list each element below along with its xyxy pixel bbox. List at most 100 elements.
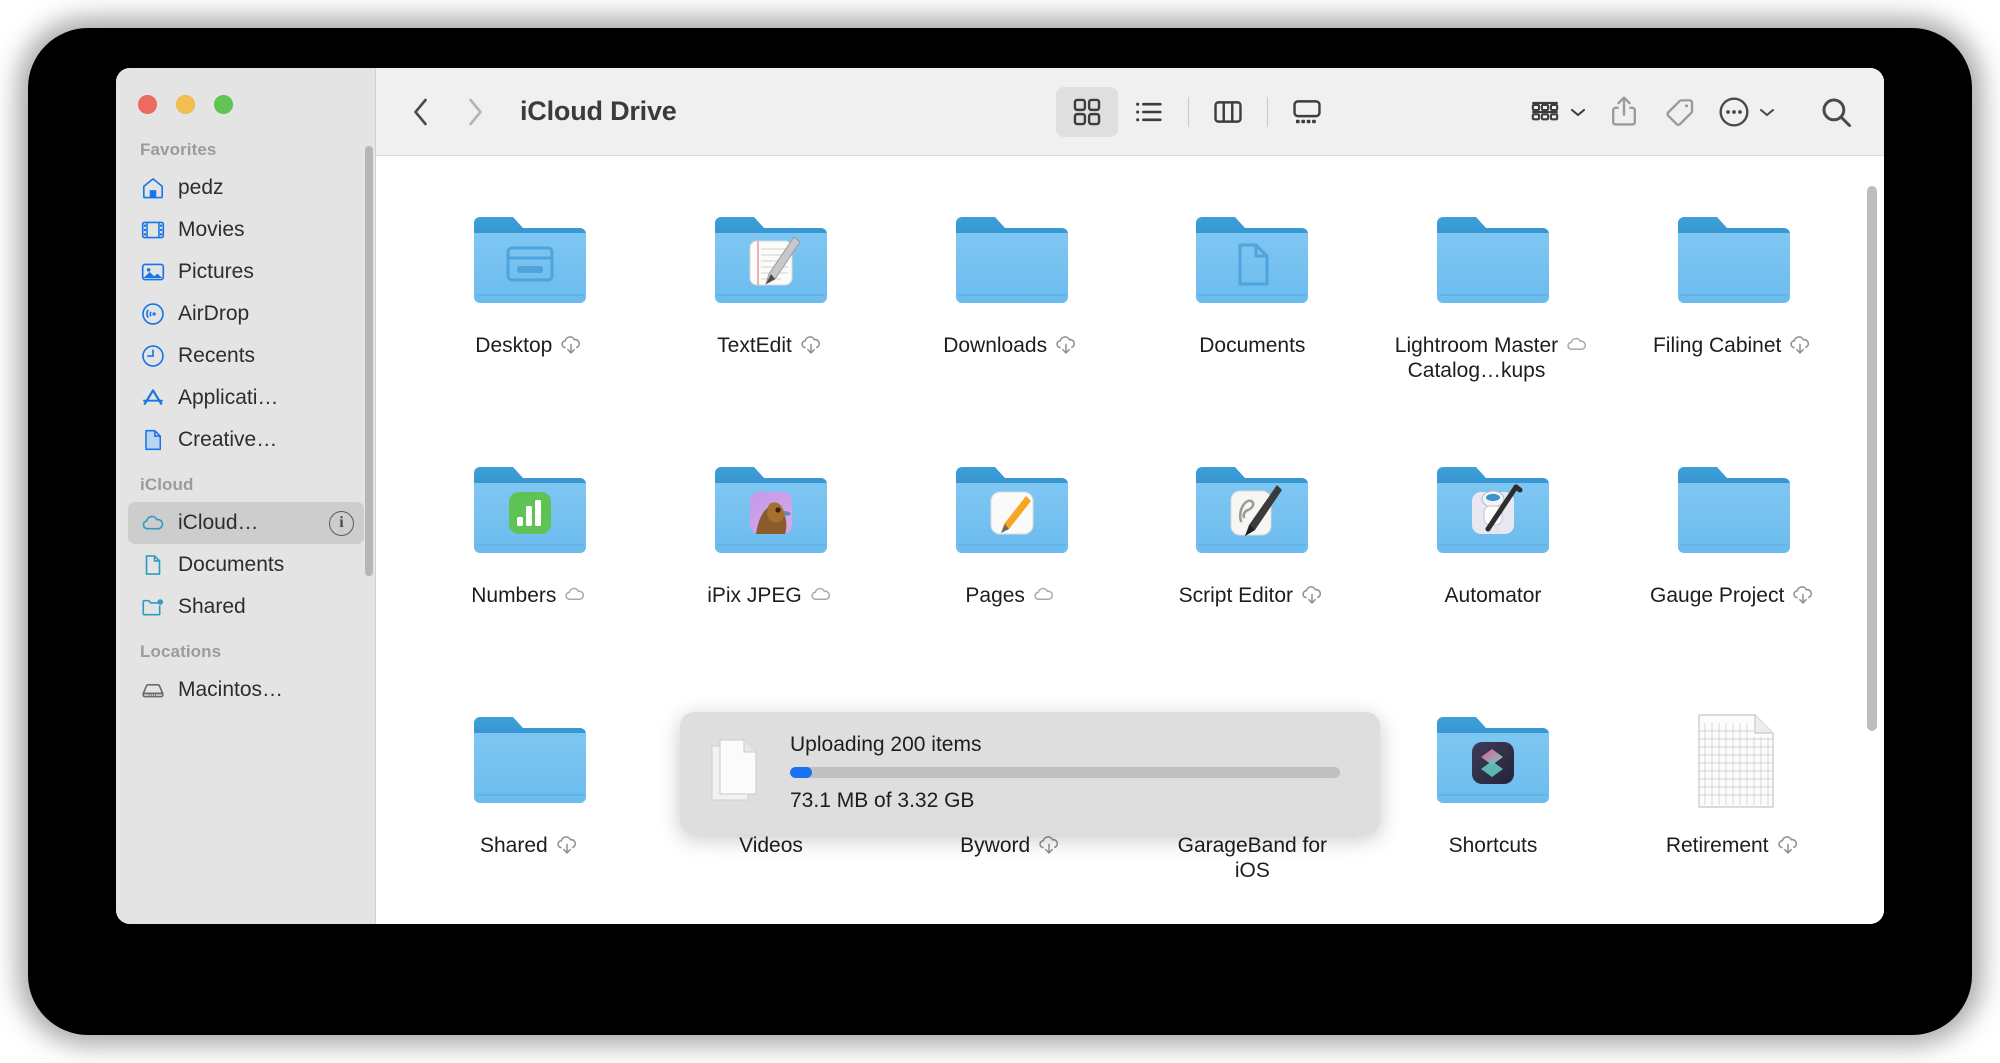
zoom-button[interactable] [214,95,233,114]
download-cloud-badge-icon [799,334,825,358]
sidebar: Favorites pedz Movies Pictures AirDrop R… [116,68,376,924]
sidebar-item-applications[interactable]: Applicati… [128,377,364,419]
folder-scripteditor-icon [1189,446,1315,576]
file-name: Lightroom Master Catalog…kups [1394,334,1559,382]
traffic-lights [138,95,233,114]
file-item[interactable]: iPix JPEG [651,432,892,682]
folder-pages-icon [949,446,1075,576]
sidebar-section-locations: Locations Macintos… [116,642,376,711]
gallery-view-button[interactable] [1276,87,1338,137]
share-button[interactable] [1599,87,1649,137]
sidebar-header-locations: Locations [140,642,222,661]
file-item[interactable]: Automator [1373,432,1614,682]
file-name: Downloads [943,334,1048,357]
sidebar-item-pedz[interactable]: pedz [128,167,364,209]
navigation-buttons [398,89,498,135]
sidebar-item-label: Shared [178,595,246,618]
sidebar-item-airdrop[interactable]: AirDrop [128,293,364,335]
file-name: Shared [479,834,548,857]
download-cloud-badge-icon [1791,584,1817,608]
cloud-badge-icon [1032,584,1058,604]
shared-folder-icon [140,594,166,620]
upload-detail-text: 73.1 MB of 3.32 GB [790,789,975,812]
chevron-down-icon [1570,108,1586,116]
back-button[interactable] [398,89,444,135]
sidebar-scroll-area[interactable]: Favorites pedz Movies Pictures AirDrop R… [116,140,376,924]
file-label-row: Shared [480,834,581,859]
sidebar-scrollbar[interactable] [365,146,373,576]
toolbar-separator [1188,96,1189,127]
sidebar-item-movies[interactable]: Movies [128,209,364,251]
sidebar-item-pictures[interactable]: Pictures [128,251,364,293]
folder-plain-icon [1671,196,1797,326]
tags-button[interactable] [1653,87,1705,137]
sidebar-item-creative[interactable]: Creative… [128,419,364,461]
sidebar-header-icloud: iCloud [140,475,194,494]
sidebar-item-label: Pictures [178,260,254,283]
close-button[interactable] [138,95,157,114]
pictures-icon [140,259,166,285]
sidebar-section-favorites: Favorites pedz Movies Pictures AirDrop R… [116,140,376,461]
file-item[interactable]: Retirement [1613,682,1854,924]
sidebar-item-label: Macintos… [178,678,284,701]
file-name: Gauge Project [1650,584,1785,607]
sidebar-item-label: Documents [178,553,285,576]
file-name: TextEdit [717,334,792,357]
file-item[interactable]: Numbers [410,432,651,682]
sidebar-item-icloud-drive[interactable]: iCloud… i [128,502,364,544]
sidebar-item-recents[interactable]: Recents [128,335,364,377]
folder-textedit-icon [708,196,834,326]
column-view-button[interactable] [1197,87,1259,137]
download-cloud-badge-icon [555,834,581,858]
file-name: iPix JPEG [707,584,802,607]
minimize-button[interactable] [176,95,195,114]
upload-progress-track [790,767,1340,778]
file-item[interactable]: TextEdit [651,182,892,432]
more-actions-button[interactable] [1709,87,1784,137]
file-item[interactable]: Shared [410,682,651,924]
forward-button[interactable] [452,89,498,135]
sidebar-item-label: AirDrop [178,302,250,325]
file-item[interactable]: Script Editor [1132,432,1373,682]
folder-automator-icon [1430,446,1556,576]
file-name: Retirement [1665,834,1769,857]
download-cloud-badge-icon [1776,834,1802,858]
file-name: Automator [1444,584,1542,607]
file-item[interactable]: Documents [1132,182,1373,432]
cloud-badge-icon [1565,334,1591,354]
document-icon [140,427,166,453]
file-grid-area[interactable]: Desktop TextEdit Downloads Documents Lig… [376,156,1884,924]
view-mode-group [1056,86,1338,137]
icloud-document-icon [140,552,166,578]
group-by-button[interactable] [1520,87,1595,137]
file-item[interactable]: Lightroom Master Catalog…kups [1373,182,1614,432]
search-button[interactable] [1810,87,1862,137]
sidebar-item-macintosh-hd[interactable]: Macintos… [128,669,364,711]
sidebar-item-label: iCloud… [178,511,259,534]
airdrop-icon [140,301,166,327]
sidebar-item-documents[interactable]: Documents [128,544,364,586]
sidebar-item-shared[interactable]: Shared [128,586,364,628]
folder-documents-icon [1189,196,1315,326]
icon-view-button[interactable] [1056,86,1118,137]
file-item[interactable]: Shortcuts [1373,682,1614,924]
icloud-info-button[interactable]: i [329,510,354,536]
spreadsheet-document-icon [1671,696,1797,826]
download-cloud-badge-icon [1788,334,1814,358]
file-item[interactable]: Downloads [891,182,1132,432]
file-label-row: Documents [1199,334,1305,359]
file-label-row: Lightroom Master Catalog…kups [1395,334,1591,384]
folder-shortcuts-icon [1430,696,1556,826]
file-item[interactable]: Gauge Project [1613,432,1854,682]
list-view-button[interactable] [1118,87,1180,137]
file-name: GarageBand for iOS [1177,834,1328,882]
file-label-row: iPix JPEG [707,584,835,609]
file-item[interactable]: Desktop [410,182,651,432]
file-name: Desktop [475,334,553,357]
file-item[interactable]: Filing Cabinet [1613,182,1854,432]
file-label-row: Automator [1445,584,1542,609]
home-icon [140,175,166,201]
file-label-row: TextEdit [717,334,825,359]
content-scrollbar[interactable] [1867,186,1877,731]
file-item[interactable]: Pages [891,432,1132,682]
